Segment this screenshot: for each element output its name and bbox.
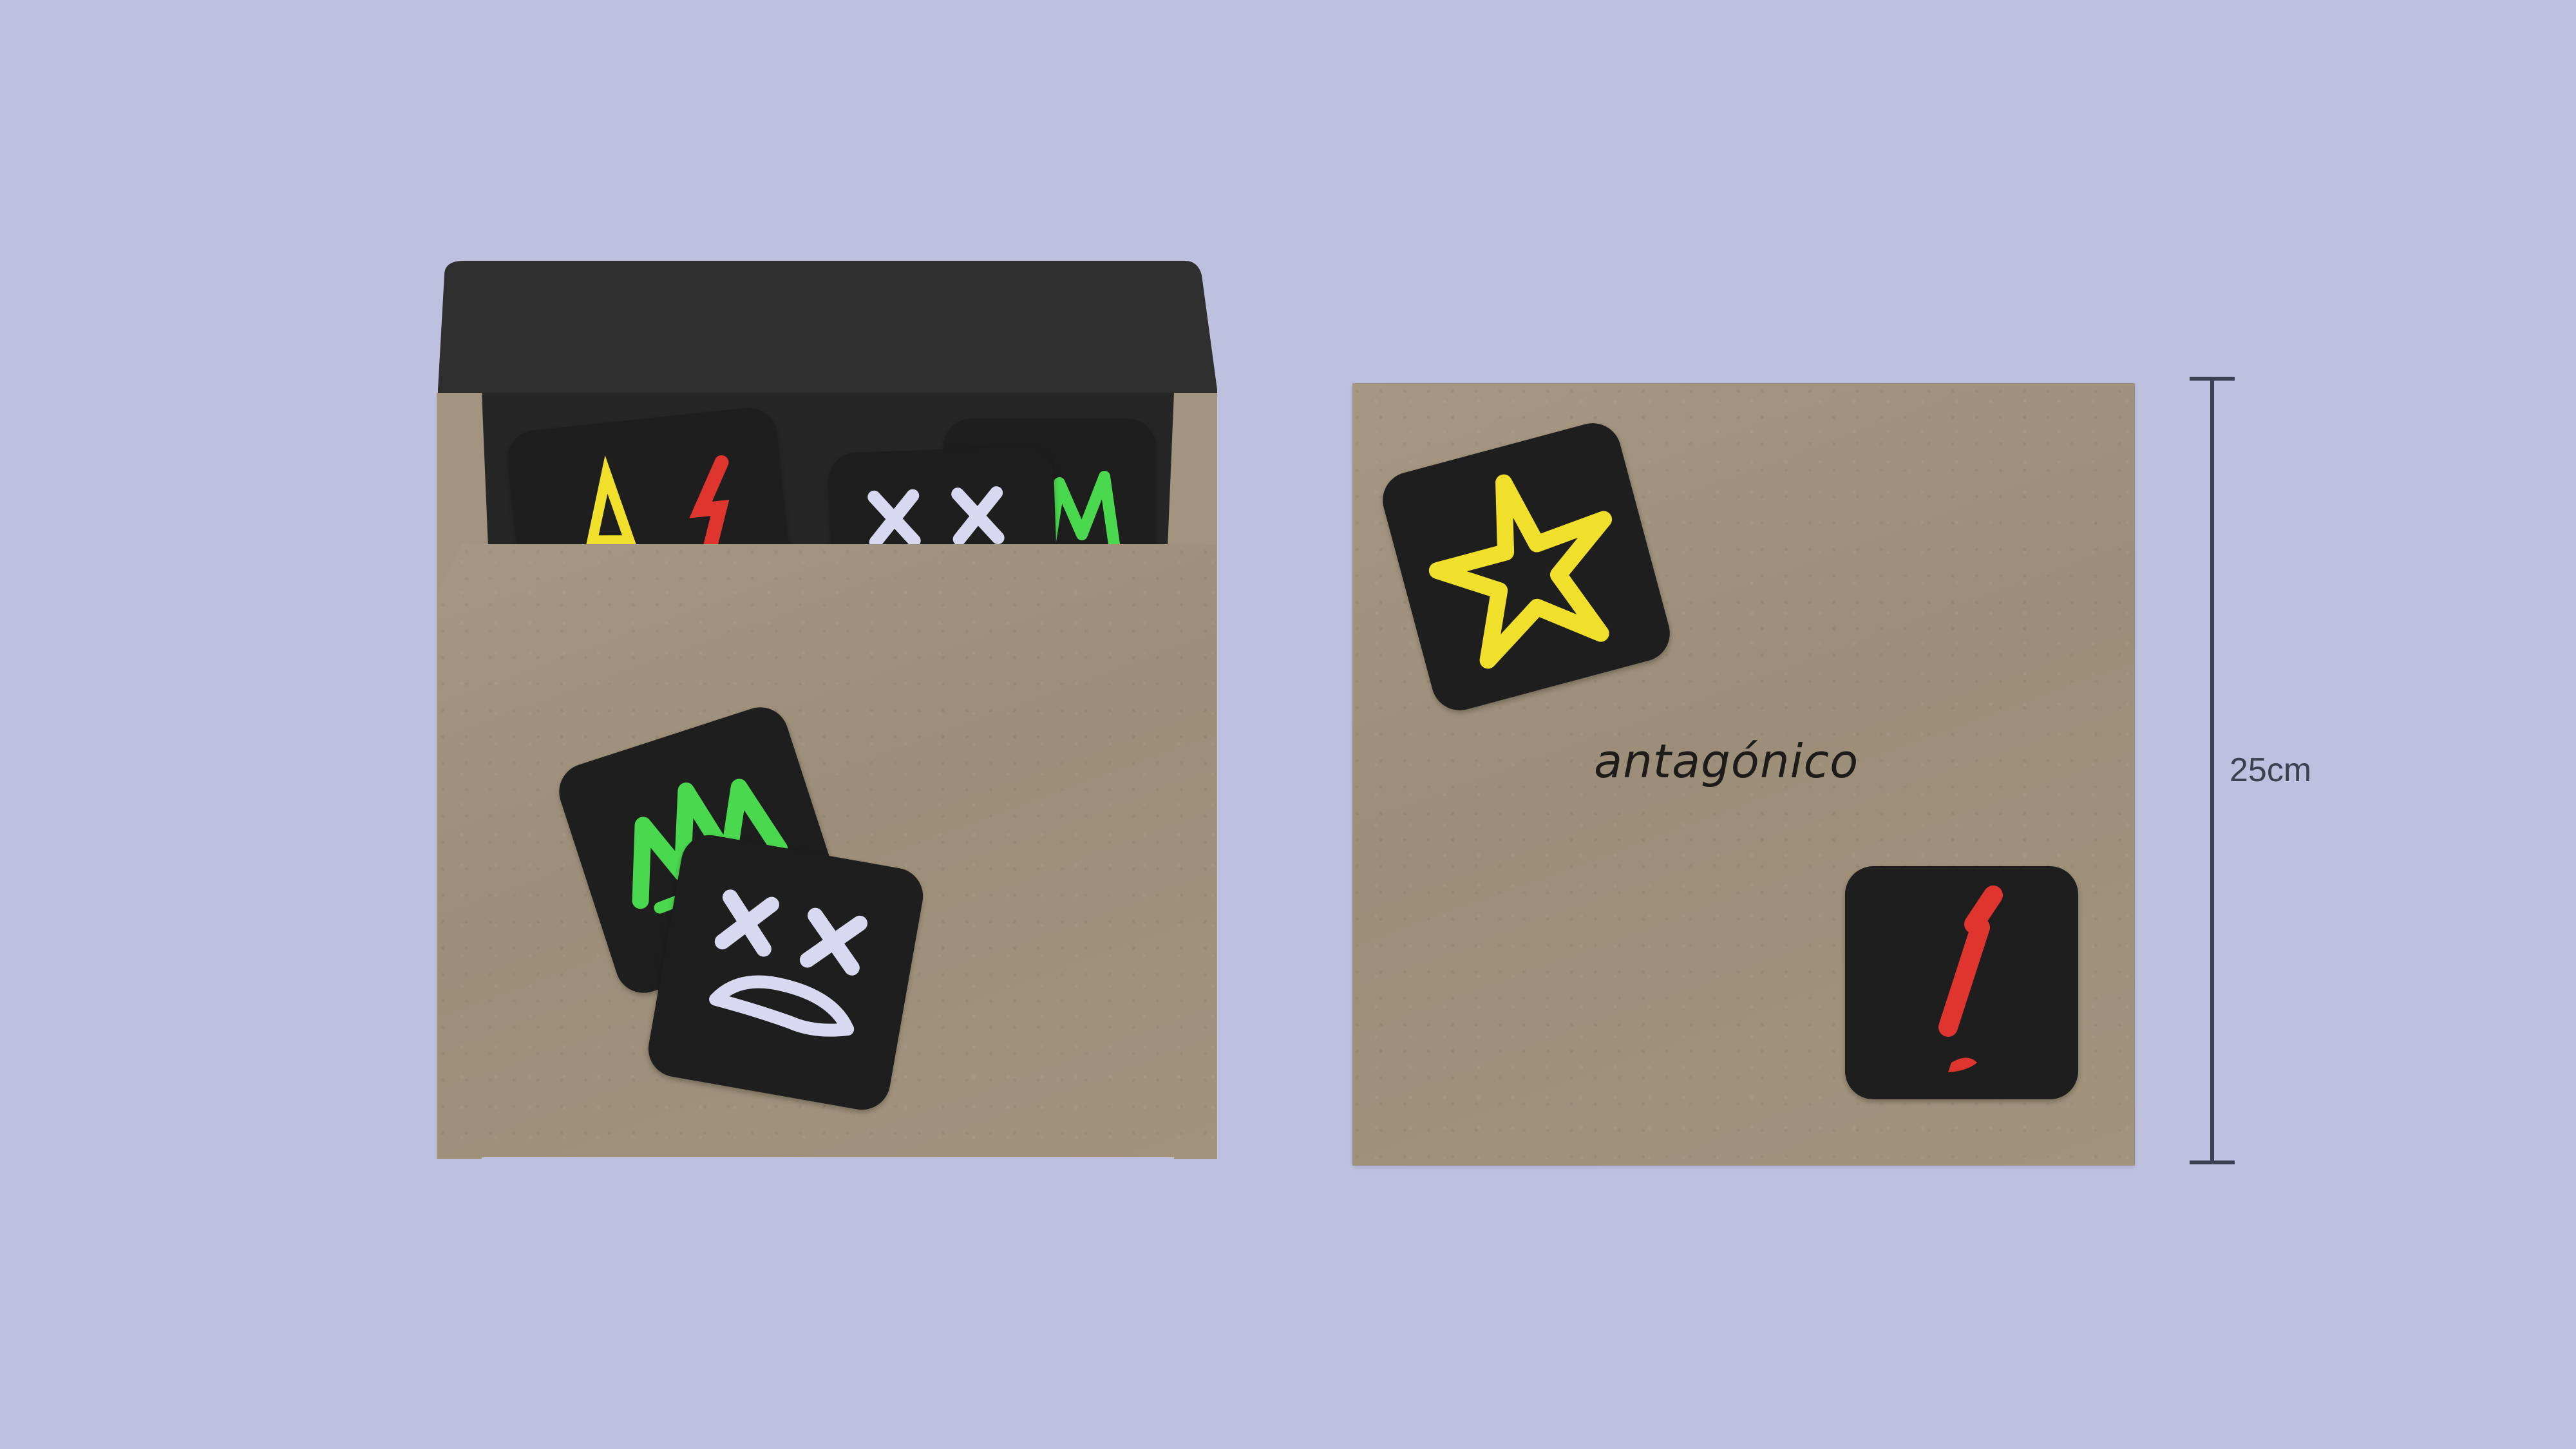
- sticker-exclamation: [1845, 866, 2078, 1099]
- dimension-label: 25cm: [2230, 752, 2312, 789]
- product-mockup-scene: antagónico 25cm: [0, 0, 2576, 1449]
- brand-name: antagónico: [1594, 734, 1859, 788]
- sticker-dizzy-face: [643, 830, 928, 1115]
